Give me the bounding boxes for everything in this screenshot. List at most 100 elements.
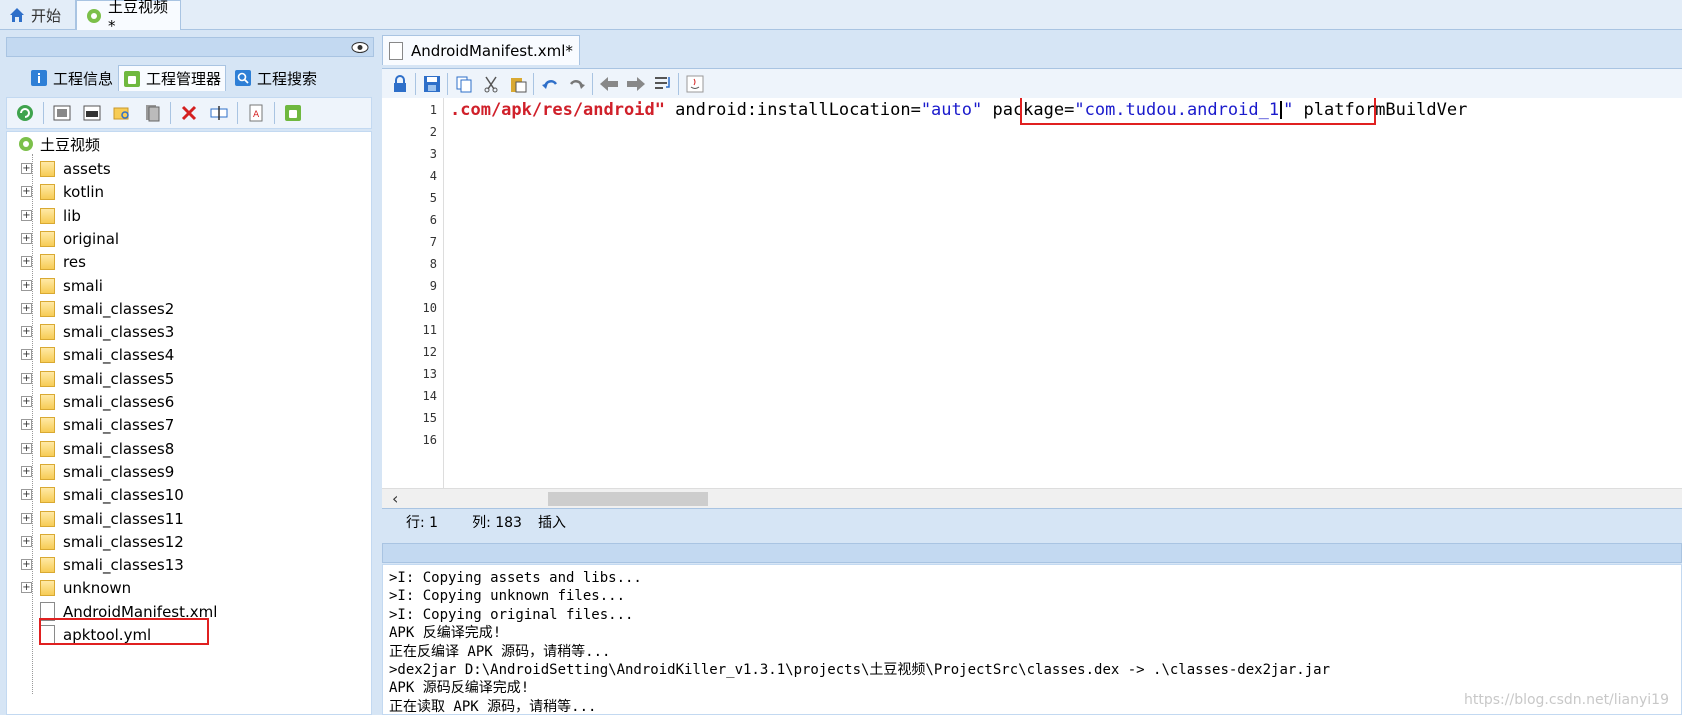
expand-icon[interactable]: + <box>21 303 32 314</box>
wrap-icon[interactable] <box>651 72 674 95</box>
editor-status-bar: 行: 1 列: 183 插入 <box>382 508 1682 534</box>
tree-folder-item[interactable]: + smali_classes3 <box>21 319 174 344</box>
scroll-left-icon[interactable]: ‹ <box>392 489 398 508</box>
redo-icon[interactable] <box>565 72 588 95</box>
tree-folder-item[interactable]: + smali_classes8 <box>21 436 174 461</box>
tree-folder-item[interactable]: + smali <box>21 273 103 298</box>
tree-folder-item[interactable]: + unknown <box>21 575 131 600</box>
java-icon[interactable] <box>683 72 706 95</box>
tab-project-search[interactable]: 工程搜索 <box>230 65 321 91</box>
undo-icon[interactable] <box>538 72 561 95</box>
folder-icon <box>40 463 55 480</box>
expand-icon[interactable]: + <box>21 489 32 500</box>
expand-icon[interactable]: + <box>21 373 32 384</box>
left-subtabs: 工程信息 工程管理器 工程搜索 <box>0 61 378 91</box>
expand-icon[interactable]: + <box>21 582 32 593</box>
rename-icon[interactable] <box>207 101 231 125</box>
expand-icon[interactable]: + <box>21 256 32 267</box>
back-icon[interactable] <box>597 72 620 95</box>
folder-icon <box>40 440 55 457</box>
tree-folder-item[interactable]: + smali_classes7 <box>21 412 174 437</box>
expand-icon[interactable]: + <box>21 163 32 174</box>
android-build-icon[interactable] <box>281 101 305 125</box>
expand-icon[interactable]: + <box>21 210 32 221</box>
left-panel-header <box>6 37 374 57</box>
tree-folder-item[interactable]: + smali_classes12 <box>21 529 184 554</box>
tree-folder-item[interactable]: + smali_classes9 <box>21 459 174 484</box>
lock-icon[interactable] <box>388 72 411 95</box>
tab-project-info-label: 工程信息 <box>53 69 114 88</box>
status-row: 行: 1 <box>406 514 439 531</box>
highlight-box-package <box>1020 98 1376 125</box>
editor-tab-manifest[interactable]: AndroidManifest.xml* <box>382 35 580 65</box>
tab-project-manager[interactable]: 工程管理器 <box>118 65 227 91</box>
expand-icon[interactable]: + <box>21 186 32 197</box>
tree-folder-label: smali_classes13 <box>63 555 184 574</box>
eye-icon[interactable] <box>351 40 369 53</box>
line-number: 16 <box>422 433 437 447</box>
tree-folder-item[interactable]: + smali_classes10 <box>21 482 184 507</box>
text-file-icon[interactable]: A <box>244 101 268 125</box>
console-line: >I: Copying original files... <box>389 606 634 623</box>
svg-text:A: A <box>253 110 260 120</box>
tree-folder-label: smali_classes9 <box>63 462 175 481</box>
tab-project[interactable]: 土豆视频* <box>76 0 181 35</box>
tab-start[interactable]: 开始 <box>0 0 76 30</box>
line-number: 4 <box>429 169 437 183</box>
expand-icon[interactable]: + <box>21 443 32 454</box>
tree-folder-item[interactable]: + smali_classes13 <box>21 552 184 577</box>
toolbar-separator <box>415 72 416 95</box>
line-number: 10 <box>422 301 437 315</box>
scrollbar-thumb[interactable] <box>548 492 708 506</box>
tree-root[interactable]: 土豆视频 <box>17 134 100 154</box>
tree-folder-item[interactable]: + lib <box>21 203 81 228</box>
forward-icon[interactable] <box>624 72 647 95</box>
tree-folder-item[interactable]: + kotlin <box>21 179 104 204</box>
expand-icon[interactable]: + <box>21 513 32 524</box>
expand-icon[interactable]: + <box>21 536 32 547</box>
folder-icon <box>40 510 55 527</box>
file-icon <box>389 41 403 60</box>
expand-icon[interactable]: + <box>21 326 32 337</box>
expand-icon[interactable]: + <box>21 233 32 244</box>
tree-folder-label: smali_classes3 <box>63 322 175 341</box>
status-column: 列: 183 <box>472 514 522 531</box>
copy-icon[interactable] <box>452 72 475 95</box>
tab-project-info[interactable]: 工程信息 <box>26 65 117 91</box>
folder-icon <box>40 160 55 177</box>
window-icon[interactable] <box>80 101 104 125</box>
tree-folder-label: smali_classes11 <box>63 509 184 528</box>
expand-icon[interactable]: + <box>21 349 32 360</box>
expand-icon[interactable]: + <box>21 559 32 570</box>
save-icon[interactable] <box>420 72 443 95</box>
tree-folder-item[interactable]: + smali_classes4 <box>21 342 174 367</box>
pages-icon[interactable] <box>140 101 164 125</box>
tree-folder-item[interactable]: + smali_classes6 <box>21 389 174 414</box>
android-icon <box>123 70 141 88</box>
image-icon[interactable] <box>50 101 74 125</box>
console-line: >I: Copying unknown files... <box>389 588 626 605</box>
tree-folder-item[interactable]: + res <box>21 249 86 274</box>
folder-icon <box>40 253 55 270</box>
expand-icon[interactable]: + <box>21 396 32 407</box>
expand-icon[interactable]: + <box>21 466 32 477</box>
output-console[interactable]: >I: Copying assets and libs... >I: Copyin… <box>382 564 1682 715</box>
horizontal-scrollbar[interactable]: ‹ <box>382 488 1682 508</box>
folder-search-icon[interactable] <box>110 101 134 125</box>
tree-folder-item[interactable]: + original <box>21 226 119 251</box>
console-line: APK 源码反编译完成! <box>389 680 530 697</box>
tree-folder-item[interactable]: + smali_classes5 <box>21 366 174 391</box>
expand-icon[interactable]: + <box>21 280 32 291</box>
refresh-icon[interactable] <box>13 101 37 125</box>
cut-icon[interactable] <box>479 72 502 95</box>
tree-folder-label: kotlin <box>63 182 105 201</box>
paste-icon[interactable] <box>506 72 529 95</box>
delete-icon[interactable] <box>177 101 201 125</box>
tree-folder-label: smali <box>63 276 103 295</box>
expand-icon[interactable]: + <box>21 419 32 430</box>
code-editor[interactable]: .com/apk/res/android" android:installLoc… <box>444 98 1682 488</box>
tree-folder-item[interactable]: + assets <box>21 156 111 181</box>
tree-folder-item[interactable]: + smali_classes2 <box>21 296 174 321</box>
tree-folder-item[interactable]: + smali_classes11 <box>21 506 184 531</box>
tree-folder-label: smali_classes5 <box>63 369 175 388</box>
